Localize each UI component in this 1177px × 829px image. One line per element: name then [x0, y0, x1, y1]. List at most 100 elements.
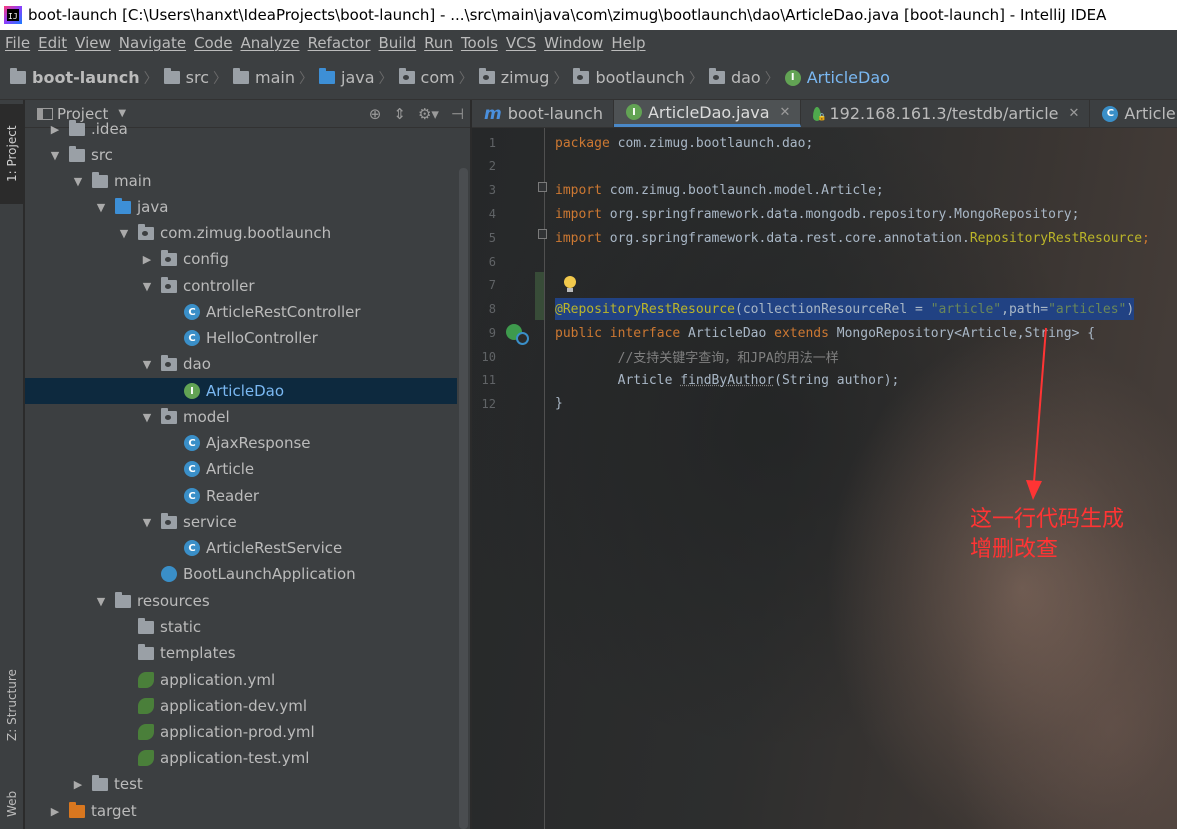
annotation-line-1: 这一行代码生成: [970, 507, 1125, 532]
breadcrumb-label: ArticleDao: [806, 68, 890, 87]
tree-item-main[interactable]: ▼ main: [25, 168, 470, 194]
menu-window[interactable]: Window: [543, 34, 610, 52]
breadcrumb-separator: 〉: [378, 70, 393, 87]
tree-item-label: BootLaunchApplication: [183, 565, 356, 583]
menu-vcs[interactable]: VCS: [505, 34, 543, 52]
tree-item-ajaxresponse[interactable]: ▶CAjaxResponse: [25, 430, 470, 456]
tree-item-config[interactable]: ▶ config: [25, 246, 470, 272]
tree-item-java[interactable]: ▼ java: [25, 194, 470, 220]
tree-item-label: ArticleRestController: [206, 303, 361, 321]
breadcrumb-label: dao: [730, 68, 761, 87]
tab-structure-tool[interactable]: Z: Structure: [0, 660, 24, 750]
breadcrumb-item-boot-launch[interactable]: boot-launch: [10, 68, 140, 87]
tree-item-application-yml[interactable]: ▶application.yml: [25, 667, 470, 693]
menu-file[interactable]: File: [4, 34, 37, 52]
class-icon: C: [184, 435, 200, 451]
expand-arrow-down-icon[interactable]: ▼: [93, 201, 109, 214]
expand-arrow-down-icon[interactable]: ▼: [116, 227, 132, 240]
tree-item-application-test-yml[interactable]: ▶application-test.yml: [25, 745, 470, 771]
tree-item-label: service: [183, 513, 237, 531]
tree-item-test[interactable]: ▶ test: [25, 771, 470, 797]
expand-arrow-down-icon[interactable]: ▼: [47, 149, 63, 162]
tree-item-article[interactable]: ▶CArticle: [25, 456, 470, 482]
class-icon: C: [184, 540, 200, 556]
spring-yml-icon: [138, 698, 154, 714]
tree-item-label: src: [91, 146, 113, 164]
window-title-bar: IJ boot-launch [C:\Users\hanxt\IdeaProje…: [0, 0, 1177, 30]
class-icon: C: [184, 461, 200, 477]
menu-edit[interactable]: Edit: [37, 34, 74, 52]
breadcrumb-item-zimug[interactable]: zimug: [478, 68, 549, 87]
tree-item-articlerestcontroller[interactable]: ▶CArticleRestController: [25, 299, 470, 325]
breadcrumb-separator: 〉: [213, 70, 228, 87]
interface-icon: I: [184, 383, 200, 399]
expand-arrow-right-icon[interactable]: ▶: [47, 805, 63, 818]
interface-icon: I: [784, 69, 801, 86]
expand-arrow-down-icon[interactable]: ▼: [139, 280, 155, 293]
annotation-line-2: 增删改查: [970, 537, 1059, 562]
breadcrumb-separator: 〉: [688, 70, 703, 87]
folder-icon: [115, 197, 131, 214]
window-title: boot-launch [C:\Users\hanxt\IdeaProjects…: [28, 6, 1107, 24]
tab-project-tool[interactable]: 1: Project: [0, 104, 24, 204]
expand-arrow-down-icon[interactable]: ▼: [93, 595, 109, 608]
class-icon: C: [184, 304, 200, 320]
package-icon: [161, 354, 177, 371]
menu-code[interactable]: Code: [193, 34, 239, 52]
tree-item-label: ArticleDao: [206, 382, 285, 400]
tree-item-label: dao: [183, 355, 211, 373]
tab-web-tool[interactable]: Web: [0, 782, 24, 826]
tree-item-reader[interactable]: ▶CReader: [25, 483, 470, 509]
breadcrumb-item-java[interactable]: java: [319, 68, 375, 87]
tree-item-templates[interactable]: ▶templates: [25, 640, 470, 666]
folder-icon: [319, 68, 336, 84]
tree-item-dao[interactable]: ▼ dao: [25, 351, 470, 377]
tree-item-target[interactable]: ▶ target: [25, 798, 470, 824]
tree-item-label: controller: [183, 277, 255, 295]
expand-arrow-down-icon[interactable]: ▼: [139, 358, 155, 371]
menu-run[interactable]: Run: [423, 34, 460, 52]
tree-item-model[interactable]: ▼ model: [25, 404, 470, 430]
tree-item-label: target: [91, 802, 137, 820]
menu-analyze[interactable]: Analyze: [239, 34, 306, 52]
expand-arrow-down-icon[interactable]: ▼: [70, 175, 86, 188]
tree-item-articledao[interactable]: ▶IArticleDao: [25, 378, 470, 404]
menu-tools[interactable]: Tools: [460, 34, 505, 52]
tree-item-src[interactable]: ▼ src: [25, 142, 470, 168]
tree-item-static[interactable]: ▶static: [25, 614, 470, 640]
package-icon: [138, 223, 154, 240]
tree-item-resources[interactable]: ▼ resources: [25, 588, 470, 614]
tree-item-application-dev-yml[interactable]: ▶application-dev.yml: [25, 693, 470, 719]
tree-item-label: application.yml: [160, 671, 276, 689]
class-icon: C: [184, 330, 200, 346]
menu-view[interactable]: View: [74, 34, 118, 52]
tree-item-bootlaunchapplication[interactable]: ▶BootLaunchApplication: [25, 561, 470, 587]
expand-arrow-right-icon[interactable]: ▶: [70, 778, 86, 791]
tree-item-com-zimug-bootlaunch[interactable]: ▼ com.zimug.bootlaunch: [25, 220, 470, 246]
tree-item-label: main: [114, 172, 152, 190]
menu-help[interactable]: Help: [610, 34, 652, 52]
breadcrumb-item-main[interactable]: main: [233, 68, 295, 87]
expand-arrow-down-icon[interactable]: ▼: [139, 411, 155, 424]
folder-icon: [163, 68, 180, 84]
tree-item--idea[interactable]: ▶ .idea: [25, 116, 470, 142]
tree-item-controller[interactable]: ▼ controller: [25, 273, 470, 299]
breadcrumb-item-com[interactable]: com: [398, 68, 455, 87]
expand-arrow-right-icon[interactable]: ▶: [139, 253, 155, 266]
tree-item-service[interactable]: ▼ service: [25, 509, 470, 535]
tree-item-application-prod-yml[interactable]: ▶application-prod.yml: [25, 719, 470, 745]
breadcrumb-item-articledao[interactable]: I ArticleDao: [784, 68, 890, 87]
project-tree-scrollbar[interactable]: [459, 168, 468, 829]
expand-arrow-down-icon[interactable]: ▼: [139, 516, 155, 529]
menu-refactor[interactable]: Refactor: [307, 34, 378, 52]
menu-navigate[interactable]: Navigate: [118, 34, 193, 52]
code-editor: mboot-launchIArticleDao.java✕192.168.161…: [472, 100, 1177, 829]
expand-arrow-right-icon[interactable]: ▶: [47, 123, 63, 136]
tree-item-hellocontroller[interactable]: ▶CHelloController: [25, 325, 470, 351]
breadcrumb-item-bootlaunch[interactable]: bootlaunch: [573, 68, 685, 87]
tree-item-articlerestservice[interactable]: ▶CArticleRestService: [25, 535, 470, 561]
menu-build[interactable]: Build: [378, 34, 424, 52]
breadcrumb-item-src[interactable]: src: [163, 68, 209, 87]
intellij-logo-icon: IJ: [4, 6, 22, 24]
breadcrumb-item-dao[interactable]: dao: [708, 68, 761, 87]
